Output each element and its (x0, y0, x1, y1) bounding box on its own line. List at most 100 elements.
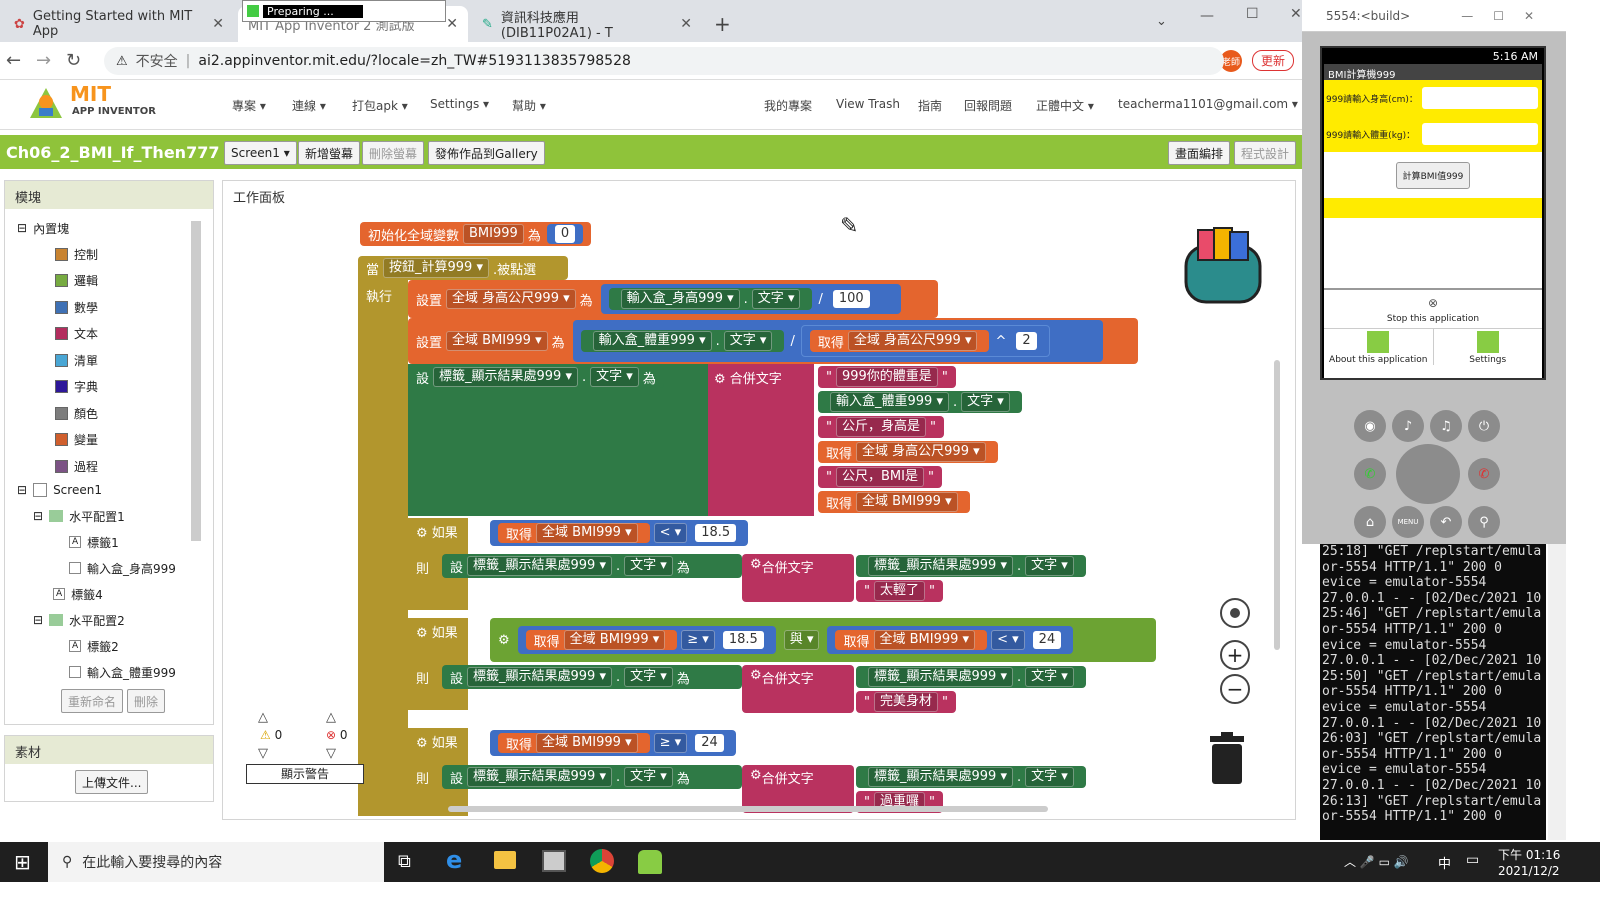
update-button[interactable]: 更新 (1252, 50, 1295, 71)
text-string[interactable]: " 完美身材 " (856, 691, 956, 713)
close-tab-icon[interactable]: ✕ (212, 16, 224, 32)
set-label-block[interactable]: 設標籤_顯示結果處999 ▾. 文字 ▾ 為 (442, 765, 742, 789)
block-category[interactable]: 文本 (55, 321, 98, 347)
block-category[interactable]: 控制 (55, 241, 98, 267)
reload-icon[interactable]: ↻ (66, 50, 81, 71)
chrome-icon[interactable] (590, 849, 614, 873)
window-controls-icon[interactable]: —☐✕ (1461, 9, 1554, 23)
textbox-text-getter[interactable]: 輸入盒_體重999 ▾. 文字 ▾ (818, 391, 1022, 413)
menu-settings[interactable]: Settings ▾ (430, 97, 489, 111)
tree-component[interactable]: A 標籤2 (69, 633, 119, 659)
notification-icon[interactable]: ▭ (1466, 852, 1479, 868)
get-bmi-block[interactable]: 取得 全域 BMI999 ▾ (818, 491, 970, 513)
volume-up-icon[interactable]: ♫ (1430, 410, 1462, 442)
block-category[interactable]: 字典 (55, 374, 98, 400)
settings-option[interactable]: Settings (1434, 329, 1543, 365)
stop-icon[interactable]: ⊗ (1324, 296, 1542, 310)
url-bar[interactable]: ⚠ 不安全 | ai2.appinventor.mit.edu/?locale=… (104, 47, 1224, 75)
block-category[interactable]: 過程 (55, 453, 98, 479)
menu-help[interactable]: 幫助 ▾ (512, 97, 546, 114)
menu-button[interactable]: MENU (1392, 506, 1424, 538)
event-block-spine[interactable] (358, 256, 408, 816)
android-studio-icon[interactable] (638, 850, 662, 874)
trash-icon[interactable] (1208, 732, 1246, 784)
rename-button[interactable]: 重新命名 (61, 689, 124, 713)
menu-language[interactable]: 正體中文 ▾ (1036, 97, 1094, 114)
back-icon[interactable]: ← (6, 50, 21, 71)
block-category[interactable]: 變量 (55, 427, 98, 453)
browser-tab[interactable]: ✎ 資訊科技應用 (DIB11P02A1) - T ✕ (472, 6, 702, 42)
link-report[interactable]: 回報問題 (964, 97, 1012, 114)
show-warnings-button[interactable]: 顯示警告 (246, 764, 364, 784)
label-text-getter[interactable]: 標籤_顯示結果處999 ▾. 文字 ▾ (856, 766, 1086, 788)
dpad[interactable] (1396, 444, 1460, 504)
zoom-out-icon[interactable]: − (1220, 674, 1250, 704)
text-string[interactable]: " 999你的體重是 " (818, 366, 956, 388)
block-category[interactable]: 清單 (55, 347, 98, 373)
ime-indicator[interactable]: 中 (1438, 853, 1451, 872)
text-string[interactable]: " 公尺，BMI是 " (818, 466, 942, 488)
blocks-editor-button[interactable]: 程式設計 (1234, 141, 1297, 165)
close-window-icon[interactable]: ✕ (1290, 6, 1302, 22)
maximize-icon[interactable]: ☐ (1246, 6, 1259, 22)
app-window-icon[interactable] (542, 850, 566, 872)
block-category[interactable]: 顏色 (55, 400, 98, 426)
volume-down-icon[interactable]: ♪ (1392, 410, 1424, 442)
end-call-icon[interactable]: ✆ (1468, 458, 1500, 490)
blocks-workspace[interactable]: 初始化全域變數 BMI999 為 0 當按鈕_計算999 ▾ .被點選 執行 設置 全域… (228, 210, 1288, 816)
when-clicked-block[interactable]: 當按鈕_計算999 ▾ .被點選 (358, 256, 568, 280)
init-global-block[interactable]: 初始化全域變數 BMI999 為 0 (360, 222, 592, 246)
forward-icon[interactable]: → (36, 50, 51, 71)
tree-component[interactable]: ⊟ 水平配置1 (33, 503, 125, 529)
join-block[interactable]: ⚙ 合併文字 (742, 665, 854, 713)
text-string[interactable]: " 太輕了 " (856, 580, 943, 602)
join-block[interactable]: ⚙ 合併文字 (742, 554, 854, 602)
edge-icon[interactable]: e (446, 846, 462, 874)
screen-dropdown[interactable]: Screen1 ▾ (224, 141, 297, 165)
recenter-icon[interactable] (1220, 598, 1250, 628)
menu-build[interactable]: 打包apk ▾ (352, 97, 408, 114)
delete-button[interactable]: 刪除 (127, 689, 166, 713)
tree-screen1[interactable]: ⊟ Screen1 (17, 477, 102, 503)
back-icon[interactable]: ↶ (1430, 506, 1462, 538)
panel-scrollbar[interactable] (191, 221, 201, 541)
power-icon[interactable]: ⏻ (1468, 410, 1500, 442)
link-view-trash[interactable]: View Trash (836, 97, 900, 111)
horizontal-scrollbar[interactable] (448, 806, 1048, 812)
link-my-projects[interactable]: 我的專案 (764, 97, 812, 114)
close-tab-icon[interactable]: ✕ (446, 16, 458, 32)
vertical-scrollbar[interactable] (1274, 360, 1280, 650)
close-tab-icon[interactable]: ✕ (680, 16, 692, 32)
tree-component[interactable]: 輸入盒_身高999 (69, 555, 176, 581)
browser-tab[interactable]: ✿ Getting Started with MIT App ✕ (4, 6, 234, 42)
upload-file-button[interactable]: 上傳文件... (75, 770, 149, 794)
tree-component[interactable]: A 標籤4 (53, 581, 103, 607)
tree-component[interactable]: A 標籤1 (69, 529, 119, 555)
tab-search-icon[interactable]: ⌄ (1156, 14, 1167, 29)
designer-button[interactable]: 畫面編排 (1168, 141, 1231, 165)
set-label-block[interactable]: 設標籤_顯示結果處999 ▾. 文字 ▾ 為 (442, 554, 742, 578)
set-label-block[interactable]: 設標籤_顯示結果處999 ▾. 文字 ▾ 為 (442, 665, 742, 689)
tray-icons[interactable]: ︿ 🎤 ▭ 🔊 (1344, 853, 1409, 870)
compare-block[interactable]: 取得 全域 BMI999 ▾ < ▾ 18.5 (490, 520, 749, 546)
stop-app-option[interactable]: Stop this application (1324, 314, 1542, 324)
calc-bmi-button[interactable]: 計算BMI值999 (1395, 161, 1471, 189)
label-text-getter[interactable]: 標籤_顯示結果處999 ▾. 文字 ▾ (856, 666, 1086, 688)
publish-gallery-button[interactable]: 發佈作品到Gallery (428, 141, 545, 165)
get-height-block[interactable]: 取得 全域 身高公尺999 ▾ (818, 441, 998, 463)
text-string[interactable]: " 公斤，身高是 " (818, 416, 944, 438)
app-inventor-logo-icon[interactable] (26, 84, 66, 120)
height-input[interactable] (1422, 87, 1538, 109)
error-down-icon[interactable]: ▽ (326, 746, 336, 761)
windows-start-icon[interactable]: ⊞ (14, 850, 31, 874)
home-icon[interactable]: ⌂ (1354, 506, 1386, 538)
block-category[interactable]: 數學 (55, 294, 98, 320)
tree-component[interactable]: ⊟ 水平配置2 (33, 607, 125, 633)
about-app-option[interactable]: About this application (1324, 329, 1434, 365)
remove-screen-button[interactable]: 刪除螢幕 (362, 141, 425, 165)
label-text-getter[interactable]: 標籤_顯示結果處999 ▾. 文字 ▾ (856, 555, 1086, 577)
warning-down-icon[interactable]: ▽ (258, 746, 268, 761)
new-tab-icon[interactable]: + (714, 12, 731, 36)
weight-input[interactable] (1422, 123, 1538, 145)
add-screen-button[interactable]: 新增螢幕 (298, 141, 361, 165)
